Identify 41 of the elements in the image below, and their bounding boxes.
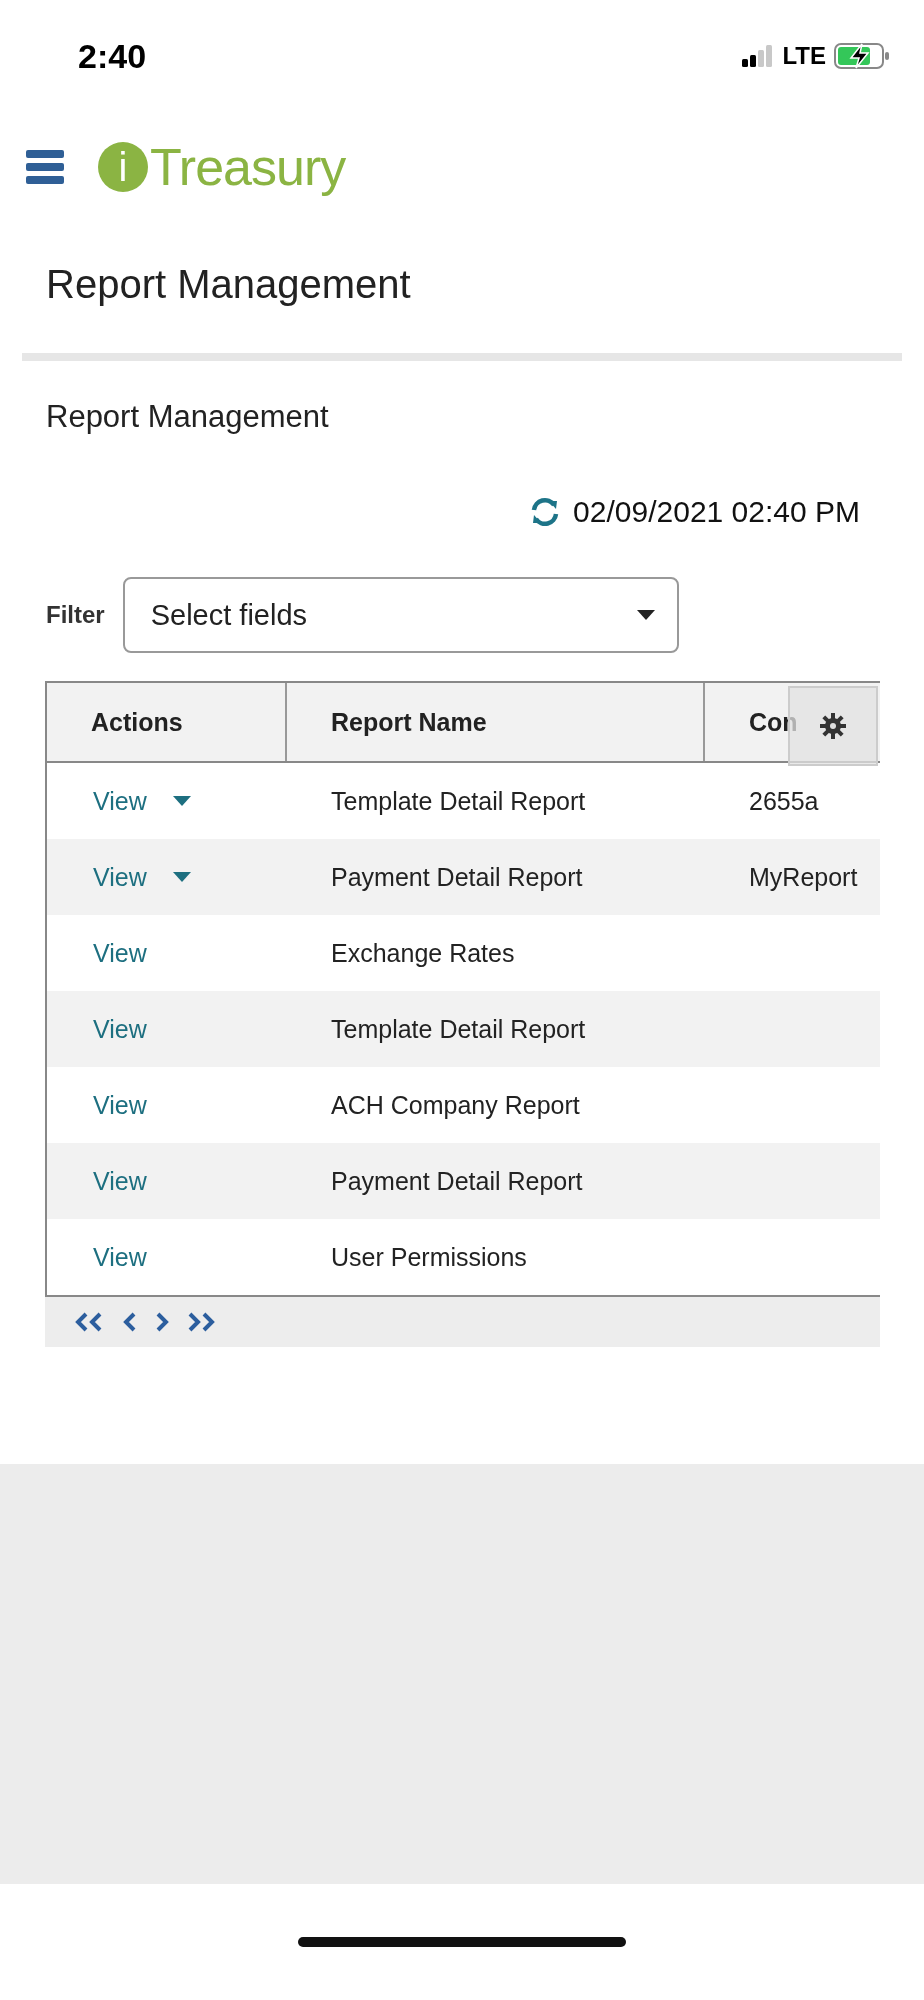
menu-icon[interactable] [26,148,64,186]
double-chevron-right-icon [187,1311,217,1333]
table-cell-text: ACH Company Report [330,1090,581,1120]
previous-page-button[interactable] [123,1311,137,1333]
table-cell-text: 2655a [748,786,820,816]
chevron-left-icon [123,1311,137,1333]
caret-icon [636,610,655,620]
last-page-button[interactable] [187,1311,217,1333]
table-cell-text: Exchange Rates [330,938,516,968]
caret-icon[interactable] [172,796,191,806]
logo-mark: i [98,142,148,192]
view-link[interactable]: View [93,938,147,968]
section-title: Report Management [46,399,330,435]
table-cell-text: User Permissions [330,1242,528,1272]
last-refreshed-time: 02/09/2021 02:40 PM [573,495,860,529]
table-cell-text: Template Detail Report [330,786,587,816]
status-time: 2:40 [78,36,147,76]
column-header: Con [749,707,798,737]
table-cell-text: Template Detail Report [330,1014,587,1044]
chevron-right-icon [155,1311,169,1333]
logo-text: Treasury [150,137,346,197]
signal-icon [742,45,775,67]
table-cell-text: MyReport [748,862,859,892]
view-link[interactable]: View [93,786,147,816]
view-link[interactable]: View [93,862,147,892]
column-header: Report Name [331,707,487,737]
column-header: Actions [91,707,183,737]
settings-icon [819,712,847,740]
next-page-button[interactable] [155,1311,169,1333]
view-link[interactable]: View [93,1090,147,1120]
table-cell-text: Payment Detail Report [330,862,584,892]
page-title: Report Management [45,261,412,308]
table-cell-text: Payment Detail Report [330,1166,584,1196]
filter-label: Filter [46,601,105,629]
select-fields-dropdown[interactable]: Select fields [122,577,679,653]
battery-charging-icon [834,42,890,70]
caret-icon[interactable] [172,872,191,882]
view-link[interactable]: View [93,1166,147,1196]
view-link[interactable]: View [93,1014,147,1044]
view-link[interactable]: View [93,1242,147,1272]
network-label: LTE [782,42,826,70]
